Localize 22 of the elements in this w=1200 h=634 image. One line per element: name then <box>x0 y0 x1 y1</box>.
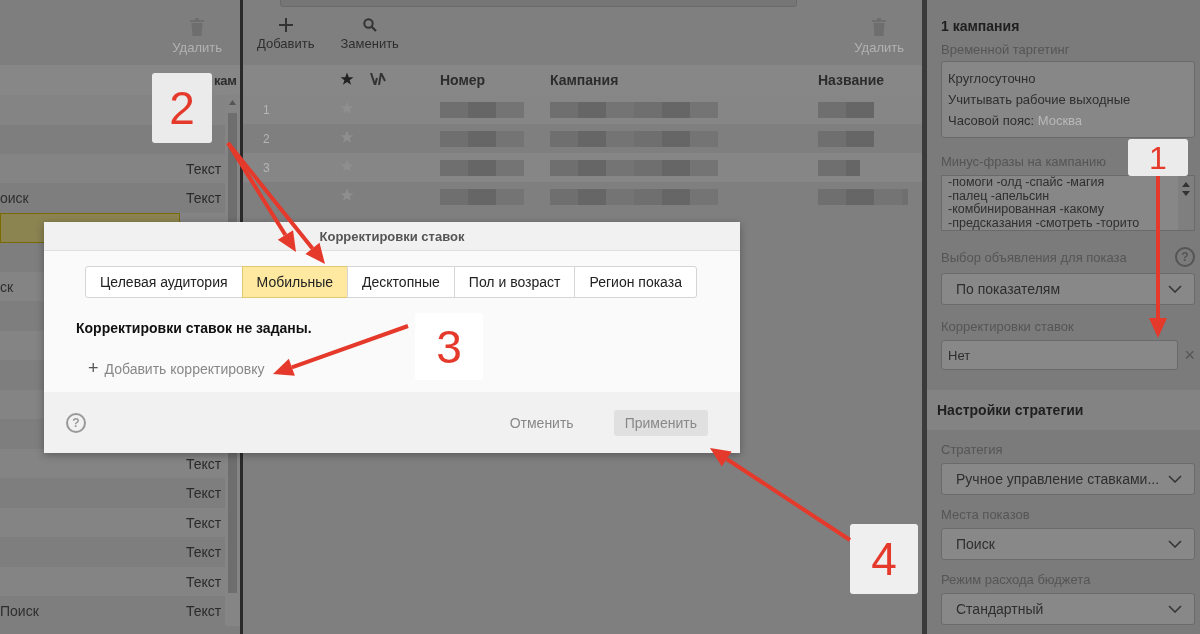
table-cell: Текст <box>186 544 222 561</box>
annotation-number: 2 <box>152 73 212 143</box>
section-title: 1 кампания <box>941 17 1021 36</box>
annotation-number: 4 <box>850 524 918 594</box>
time-targeting-line: Учитывать рабочие выходные <box>948 92 1131 107</box>
time-targeting-line: Круглосуточно <box>948 71 1036 86</box>
table-cell: Текст <box>186 160 222 177</box>
table-cell: Текст <box>186 573 222 590</box>
table-cell: Поиск <box>0 603 39 620</box>
table-cell: Текст <box>186 190 222 207</box>
empty-message: Корректировки ставок не заданы. <box>76 320 313 336</box>
section-header: Настройки стратегии <box>927 390 1200 430</box>
timezone-label: Часовой пояс: <box>948 113 1035 128</box>
table-cell: ск <box>0 278 14 295</box>
annotation-number: 3 <box>415 313 483 380</box>
dialog-title: Корректировки ставок <box>319 228 465 244</box>
table-cell: Текст <box>186 603 222 620</box>
table-cell: Текст <box>186 485 222 502</box>
annotation-number: 1 <box>1128 139 1188 176</box>
table-cell: оиск <box>0 190 29 207</box>
table-cell: Текст <box>186 455 222 472</box>
table-cell: Текст <box>186 514 222 531</box>
